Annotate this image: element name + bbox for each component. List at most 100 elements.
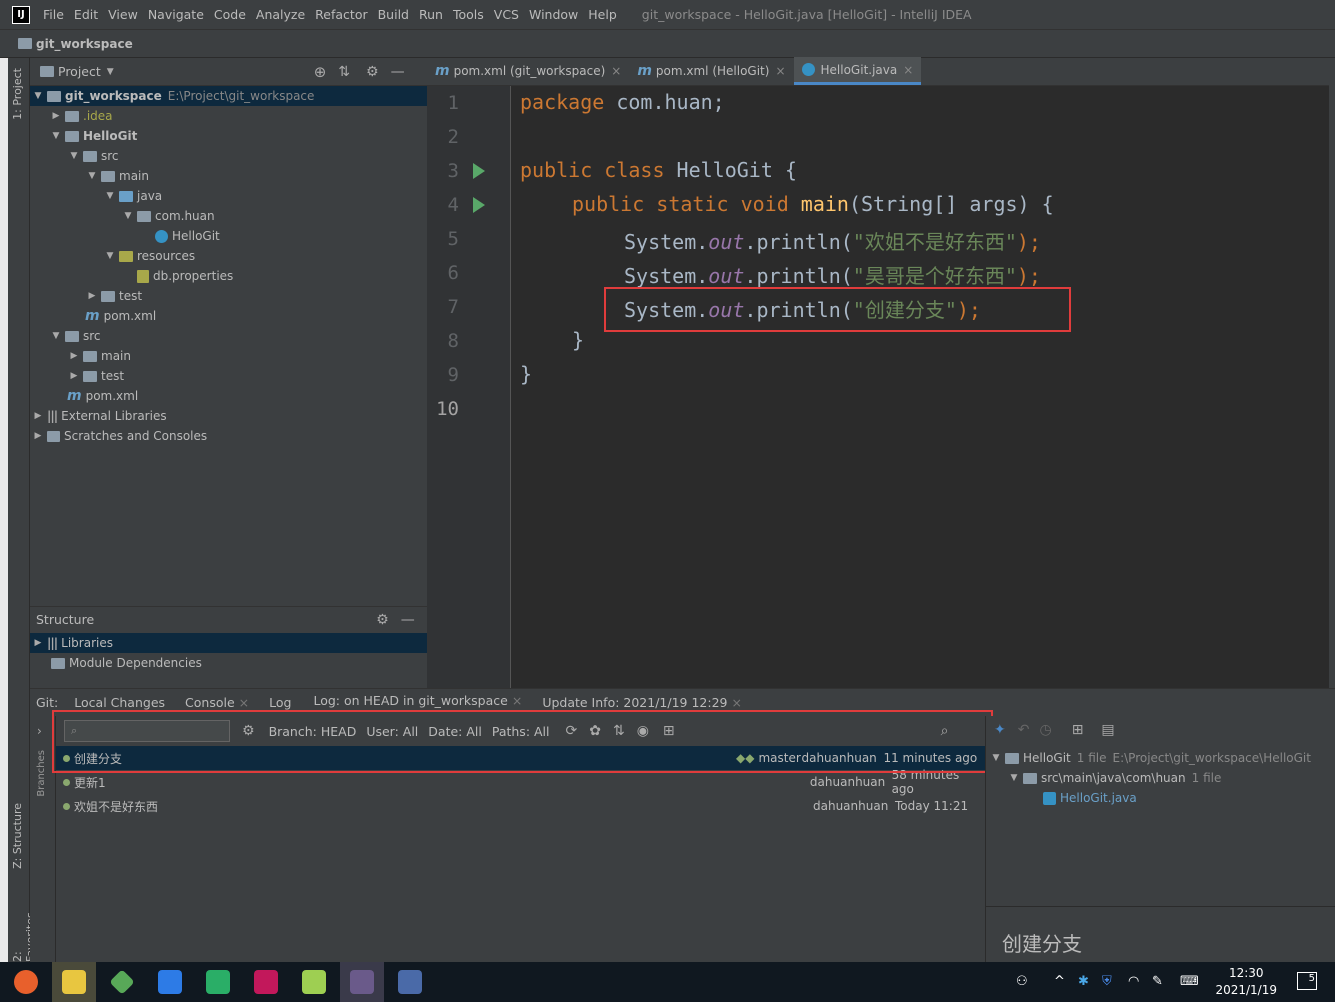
close-icon[interactable]: × <box>512 693 522 708</box>
branches-toggle[interactable]: Branches <box>36 750 47 797</box>
pen-icon[interactable]: ✎ <box>1152 974 1163 989</box>
layout-icon[interactable]: ▤ <box>1101 722 1114 738</box>
changed-module[interactable]: ▼ HelloGit 1 file E:\Project\git_workspa… <box>986 748 1335 768</box>
git-app-icon[interactable] <box>100 962 144 1002</box>
locate-icon[interactable]: ⊕ <box>314 63 327 81</box>
tab-log[interactable]: Log <box>269 695 291 710</box>
minimize-icon[interactable]: — <box>391 64 405 80</box>
collapsed-arrow-icon[interactable]: ▶ <box>68 351 80 361</box>
tree-item-test-root[interactable]: ▶ test <box>30 366 427 386</box>
tree-item-main[interactable]: ▼ main <box>30 166 427 186</box>
minimize-icon[interactable]: — <box>401 612 415 628</box>
menu-run[interactable]: Run <box>419 7 443 22</box>
project-view-selector[interactable]: Project <box>58 64 101 79</box>
close-icon[interactable]: × <box>903 63 913 77</box>
tree-item-hellogit-class[interactable]: HelloGit <box>30 226 427 246</box>
intellij-taskbar-icon[interactable] <box>244 962 288 1002</box>
collapsed-arrow-icon[interactable]: ▶ <box>68 371 80 381</box>
commit-row[interactable]: 欢姐不是好东西 dahuanhuan Today 11:21 <box>56 794 985 818</box>
tab-update-info[interactable]: Update Info: 2021/1/19 12:29 × <box>542 695 742 710</box>
shield-icon[interactable]: ⛨ <box>1102 974 1112 989</box>
people-icon[interactable]: ⚇ <box>1016 974 1028 989</box>
gear-icon[interactable]: ⚙ <box>366 64 379 80</box>
editor-scrollbar[interactable] <box>1329 58 1335 688</box>
tree-item-idea[interactable]: ▶ .idea <box>30 106 427 126</box>
gear-icon[interactable]: ⚙ <box>376 612 389 628</box>
chevron-down-icon[interactable]: ▼ <box>107 67 114 77</box>
history-icon[interactable]: ◷ <box>1039 722 1051 738</box>
tree-item-src[interactable]: ▼ src <box>30 146 427 166</box>
wechat-icon[interactable] <box>196 962 240 1002</box>
close-icon[interactable]: × <box>611 64 621 78</box>
tree-item-scratches[interactable]: ▶ Scratches and Consoles <box>30 426 427 446</box>
tree-item-git-workspace[interactable]: ▼ git_workspace E:\Project\git_workspace <box>30 86 427 106</box>
structure-item-libraries[interactable]: ▶ ||| Libraries <box>30 633 427 653</box>
notification-center-icon[interactable]: 5 <box>1297 972 1317 990</box>
tab-pom-workspace[interactable]: m pom.xml (git_workspace) × <box>427 57 629 85</box>
photo-app-icon[interactable] <box>340 962 384 1002</box>
tree-item-java[interactable]: ▼ java <box>30 186 427 206</box>
network-tray-icon[interactable]: ✱ <box>1078 974 1089 989</box>
menu-code[interactable]: Code <box>214 7 246 22</box>
expanded-arrow-icon[interactable]: ▼ <box>122 211 134 221</box>
menu-refactor[interactable]: Refactor <box>315 7 367 22</box>
structure-item-module-dependencies[interactable]: Module Dependencies <box>30 653 427 673</box>
expanded-arrow-icon[interactable]: ▼ <box>990 753 1002 763</box>
expanded-arrow-icon[interactable]: ▼ <box>32 91 44 101</box>
tab-pom-hellogit[interactable]: m pom.xml (HelloGit) × <box>629 57 793 85</box>
revert-icon[interactable]: ↶ <box>1018 722 1030 738</box>
tab-hellogit-java[interactable]: HelloGit.java × <box>793 57 922 85</box>
menu-view[interactable]: View <box>108 7 138 22</box>
collapsed-arrow-icon[interactable]: ▶ <box>32 411 44 421</box>
group-icon[interactable]: ⊞ <box>1072 722 1084 738</box>
tool-window-project[interactable]: 1: Project <box>11 68 24 120</box>
firefox-icon[interactable] <box>4 962 48 1002</box>
tree-item-pom-module[interactable]: m pom.xml <box>30 306 427 326</box>
wifi-icon[interactable]: ◠ <box>1128 974 1139 989</box>
collapsed-arrow-icon[interactable]: ▶ <box>32 431 44 441</box>
run-class-icon[interactable] <box>473 163 485 179</box>
menu-window[interactable]: Window <box>529 7 578 22</box>
collapsed-arrow-icon[interactable]: ▶ <box>86 291 98 301</box>
tree-item-main-root[interactable]: ▶ main <box>30 346 427 366</box>
commit-row[interactable]: 更新1 dahuanhuan 58 minutes ago <box>56 768 985 796</box>
tree-item-pom-root[interactable]: m pom.xml <box>30 386 427 406</box>
expanded-arrow-icon[interactable]: ▼ <box>1008 773 1020 783</box>
code-editor[interactable]: package com.huan; public class HelloGit … <box>511 86 1329 688</box>
diff-icon[interactable]: ✦ <box>994 722 1006 738</box>
menu-help[interactable]: Help <box>588 7 617 22</box>
keyboard-icon[interactable]: ⌨ <box>1180 974 1199 989</box>
changed-directory[interactable]: ▼ src\main\java\com\huan 1 file <box>986 768 1335 788</box>
tool-window-structure[interactable]: Z: Structure <box>11 803 24 869</box>
tree-item-src-root[interactable]: ▼ src <box>30 326 427 346</box>
expanded-arrow-icon[interactable]: ▼ <box>104 251 116 261</box>
collapsed-arrow-icon[interactable]: ▶ <box>50 111 62 121</box>
tree-item-test[interactable]: ▶ test <box>30 286 427 306</box>
collapse-all-icon[interactable]: ⇅ <box>338 64 350 80</box>
tree-item-com-huan[interactable]: ▼ com.huan <box>30 206 427 226</box>
close-icon[interactable]: × <box>239 695 249 710</box>
tree-item-external-libraries[interactable]: ▶ ||| External Libraries <box>30 406 427 426</box>
tree-item-hellogit-module[interactable]: ▼ HelloGit <box>30 126 427 146</box>
expanded-arrow-icon[interactable]: ▼ <box>68 151 80 161</box>
wps-icon[interactable] <box>148 962 192 1002</box>
close-icon[interactable]: × <box>775 64 785 78</box>
expanded-arrow-icon[interactable]: ▼ <box>104 191 116 201</box>
expanded-arrow-icon[interactable]: ▼ <box>50 131 62 141</box>
menu-file[interactable]: File <box>43 7 64 22</box>
expanded-arrow-icon[interactable]: ▼ <box>86 171 98 181</box>
system-clock[interactable]: 12:30 2021/1/19 <box>1215 965 1277 999</box>
expanded-arrow-icon[interactable]: ▼ <box>50 331 62 341</box>
tab-console[interactable]: Console × <box>185 695 249 710</box>
changed-file[interactable]: HelloGit.java <box>986 788 1335 808</box>
menu-build[interactable]: Build <box>378 7 409 22</box>
menu-analyze[interactable]: Analyze <box>256 7 305 22</box>
calculator-icon[interactable] <box>388 962 432 1002</box>
folder-app-icon[interactable] <box>52 962 96 1002</box>
menu-tools[interactable]: Tools <box>453 7 484 22</box>
notepad-icon[interactable] <box>292 962 336 1002</box>
tree-item-db-properties[interactable]: db.properties <box>30 266 427 286</box>
tree-item-resources[interactable]: ▼ resources <box>30 246 427 266</box>
menu-vcs[interactable]: VCS <box>494 7 519 22</box>
menu-edit[interactable]: Edit <box>74 7 98 22</box>
